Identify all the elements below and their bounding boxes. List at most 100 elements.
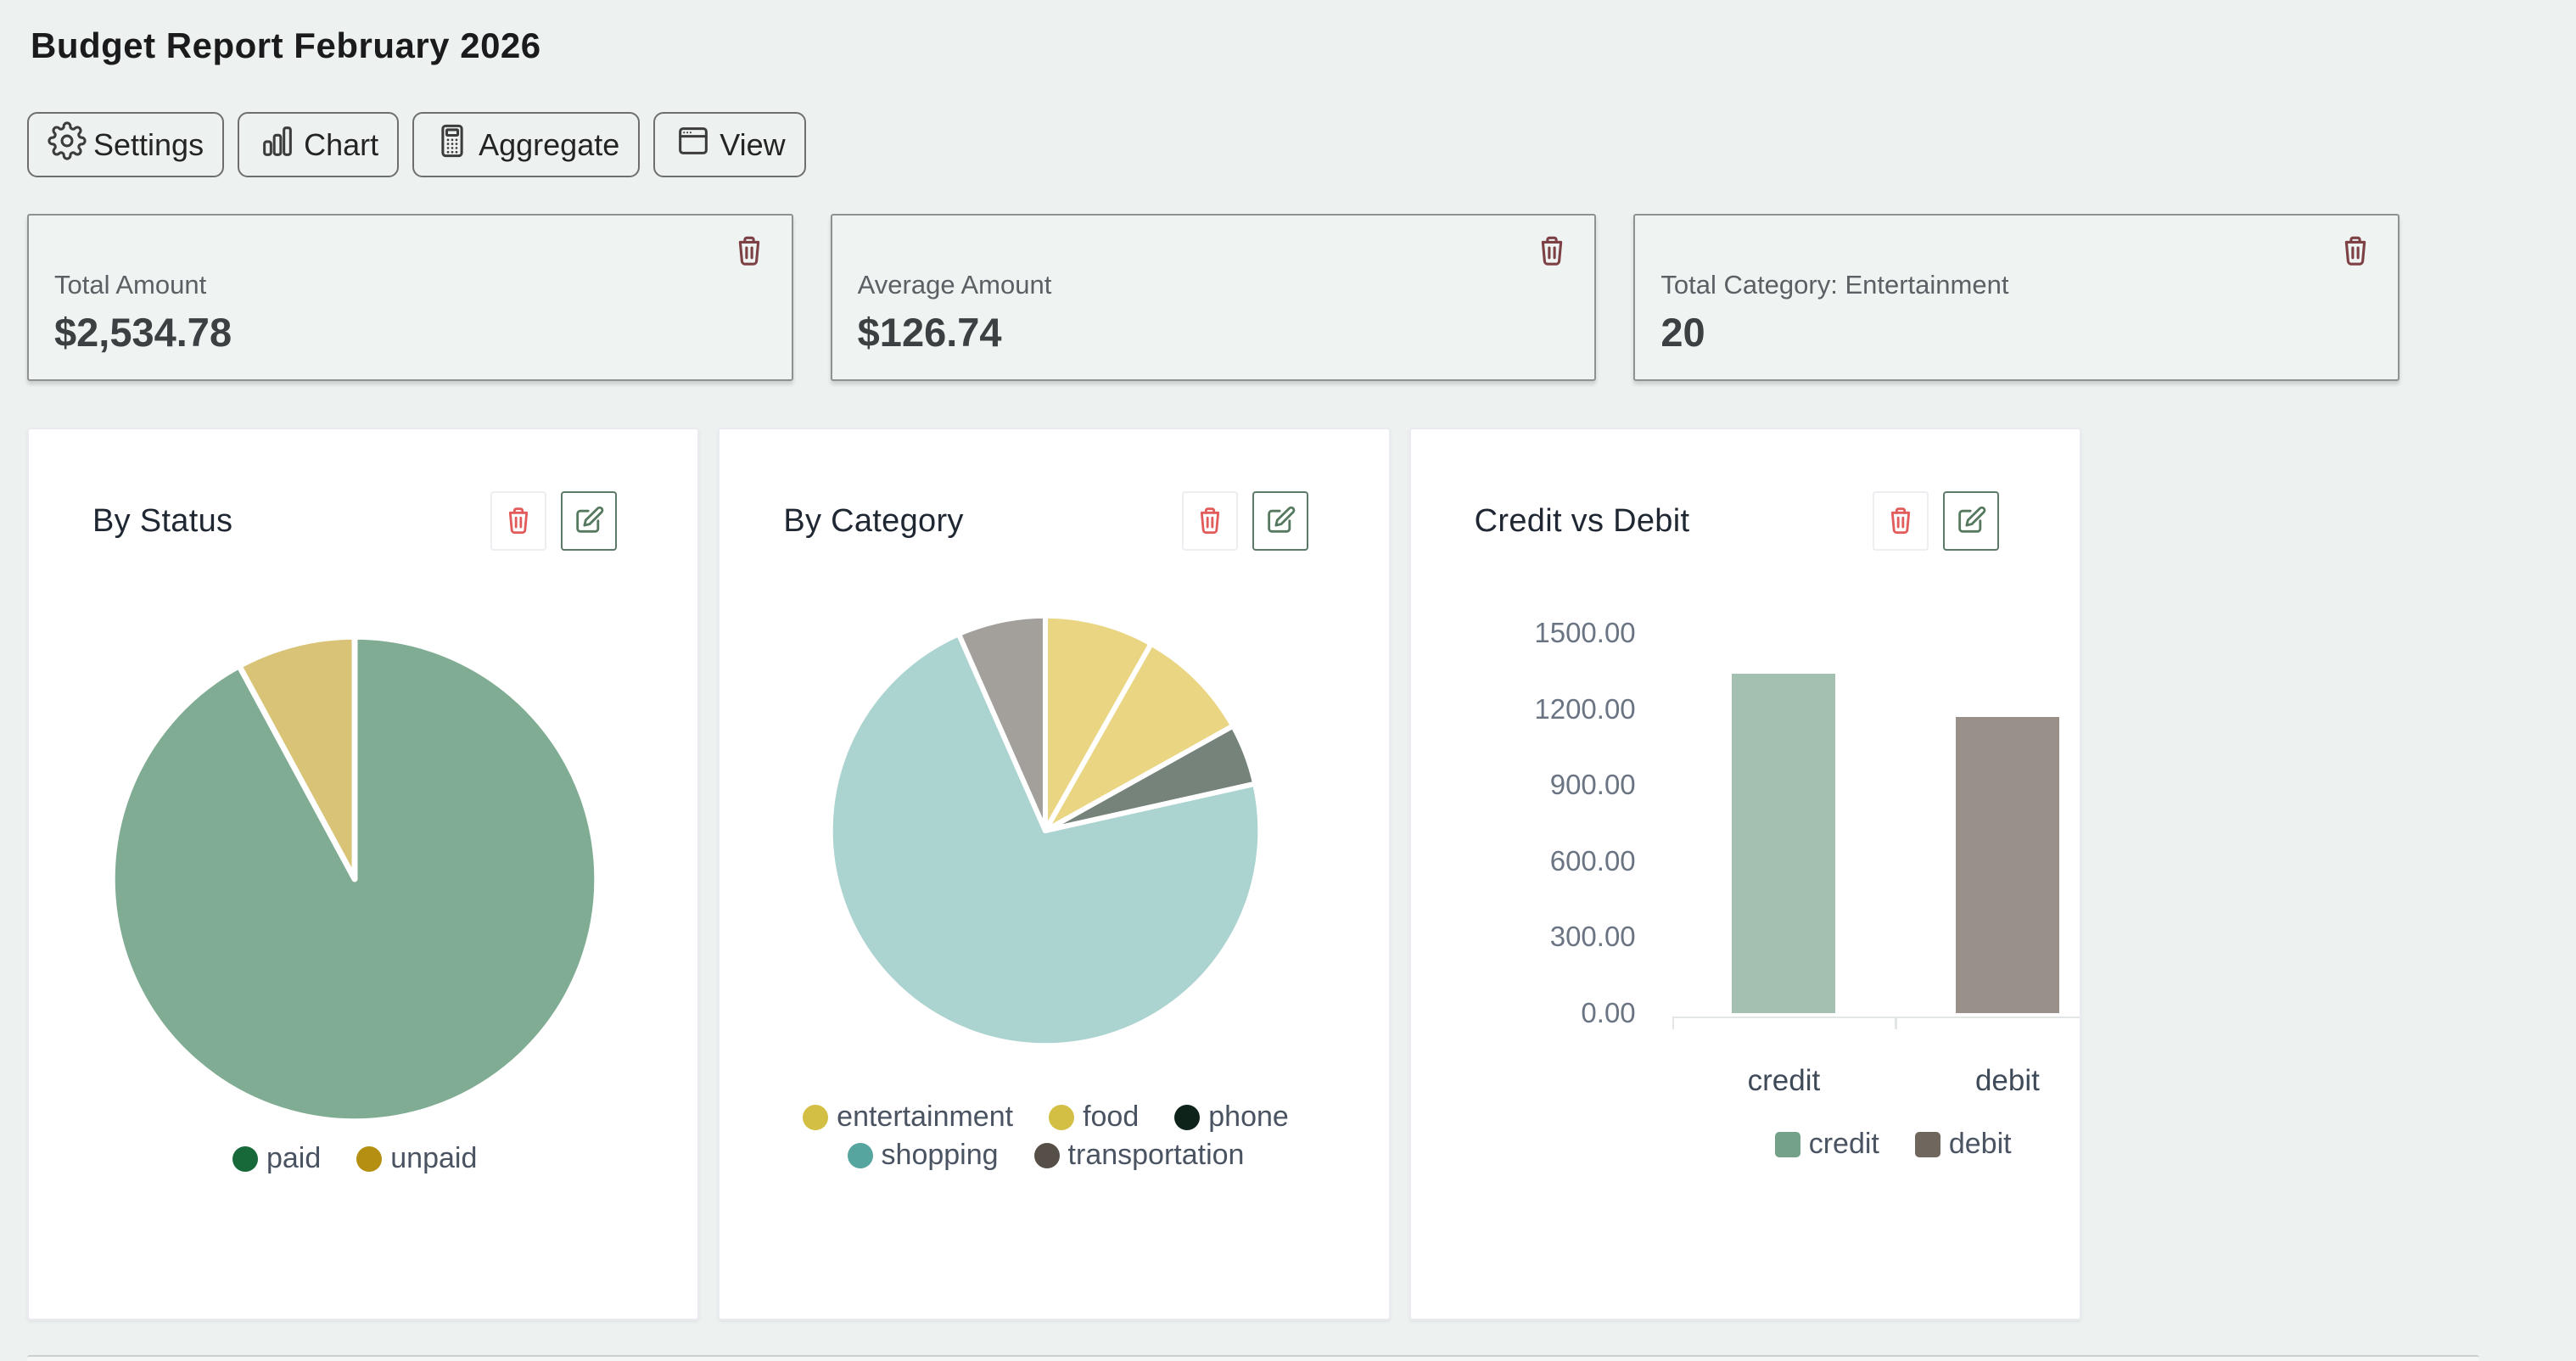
y-axis-tick-label: 900.00 xyxy=(1475,768,1636,802)
stat-cards-row: Total Amount $2,534.78 Average Amount $1… xyxy=(27,214,2400,381)
stat-card-total-amount: Total Amount $2,534.78 xyxy=(27,214,793,381)
chart-title: By Category xyxy=(783,503,963,540)
edit-icon xyxy=(572,503,606,540)
legend-swatch-icon xyxy=(848,1143,873,1168)
chart-actions xyxy=(1873,491,1999,551)
y-axis-tick-label: 0.00 xyxy=(1475,996,1636,1030)
legend-swatch-icon xyxy=(1049,1105,1074,1130)
x-axis-tick xyxy=(1895,1018,1897,1029)
stat-card-average-amount: Average Amount $126.74 xyxy=(831,214,1597,381)
chart-card-credit-vs-debit: Credit vs Debit 1500.00 1200.00 900.00 600.… xyxy=(1409,428,2081,1320)
pie-chart[interactable] xyxy=(100,624,609,1134)
pie-chart-by-category: entertainment food phone shopping transporta… xyxy=(783,555,1308,1172)
chart-title: By Status xyxy=(92,503,232,540)
legend-label: paid xyxy=(266,1142,321,1175)
legend-item-credit[interactable]: credit xyxy=(1775,1128,1879,1161)
chart-button-label: Chart xyxy=(304,127,378,163)
pie-chart[interactable] xyxy=(820,605,1271,1056)
page-content: Budget Report February 2026 Settings Cha… xyxy=(27,0,2549,1320)
chart-card-header: By Category xyxy=(783,487,1308,555)
bar-credit[interactable] xyxy=(1732,674,1835,1013)
bar-chart-icon xyxy=(258,121,297,168)
next-section-top-edge xyxy=(27,1355,2479,1361)
trash-icon xyxy=(2337,259,2374,272)
legend-swatch-icon xyxy=(803,1105,828,1130)
stat-card-label: Average Amount xyxy=(858,270,1566,300)
stat-card-value: 20 xyxy=(1660,309,2369,356)
chart-card-header: By Status xyxy=(92,487,617,555)
chart-legend: paid unpaid xyxy=(232,1142,477,1175)
settings-button-label: Settings xyxy=(93,127,204,163)
legend-item-unpaid[interactable]: unpaid xyxy=(356,1142,477,1175)
legend-label: phone xyxy=(1208,1101,1289,1134)
legend-label: credit xyxy=(1809,1128,1879,1161)
chart-actions xyxy=(1182,491,1308,551)
aggregate-button-label: Aggregate xyxy=(479,127,619,163)
settings-button[interactable]: Settings xyxy=(27,112,224,177)
x-axis xyxy=(1672,1017,2081,1028)
delete-chart-button[interactable] xyxy=(1873,491,1929,551)
window-icon xyxy=(674,121,713,168)
delete-chart-button[interactable] xyxy=(1182,491,1238,551)
view-button[interactable]: View xyxy=(653,112,805,177)
legend-swatch-icon xyxy=(1775,1132,1800,1157)
delete-stat-button[interactable] xyxy=(2335,231,2376,272)
view-button-label: View xyxy=(720,127,785,163)
legend-label: shopping xyxy=(882,1139,999,1172)
legend-label: transportation xyxy=(1068,1139,1245,1172)
legend-item-phone[interactable]: phone xyxy=(1174,1101,1289,1134)
chart-actions xyxy=(490,491,617,551)
chart-button[interactable]: Chart xyxy=(238,112,399,177)
calculator-icon xyxy=(433,121,472,168)
bar-debit[interactable] xyxy=(1956,717,2059,1013)
legend-label: debit xyxy=(1949,1128,2012,1161)
y-axis-tick-label: 300.00 xyxy=(1475,920,1636,954)
legend-item-debit[interactable]: debit xyxy=(1915,1128,2012,1161)
legend-item-entertainment[interactable]: entertainment xyxy=(803,1101,1013,1134)
delete-stat-button[interactable] xyxy=(729,231,770,272)
budget-report-page: Budget Report February 2026 Settings Cha… xyxy=(0,0,2576,1361)
gear-icon xyxy=(48,121,87,168)
edit-chart-button[interactable] xyxy=(1252,491,1308,551)
stat-card-total-category-entertainment: Total Category: Entertainment 20 xyxy=(1633,214,2400,381)
legend-swatch-icon xyxy=(1915,1132,1940,1157)
delete-chart-button[interactable] xyxy=(490,491,546,551)
y-axis-tick-label: 1200.00 xyxy=(1475,692,1636,726)
legend-swatch-icon xyxy=(232,1146,258,1172)
chart-legend: credit debit xyxy=(1653,1128,2081,1161)
x-axis-tick xyxy=(1672,1018,1675,1029)
legend-item-food[interactable]: food xyxy=(1049,1101,1139,1134)
chart-title: Credit vs Debit xyxy=(1475,503,1690,540)
y-axis-tick-label: 1500.00 xyxy=(1475,616,1636,650)
pie-chart-by-status: paid unpaid xyxy=(92,555,617,1175)
legend-item-paid[interactable]: paid xyxy=(232,1142,321,1175)
edit-chart-button[interactable] xyxy=(561,491,617,551)
delete-stat-button[interactable] xyxy=(1532,231,1572,272)
aggregate-button[interactable]: Aggregate xyxy=(412,112,640,177)
toolbar: Settings Chart Aggregate View xyxy=(27,112,2549,177)
stat-card-value: $2,534.78 xyxy=(54,309,763,356)
edit-icon xyxy=(1263,503,1297,540)
chart-card-by-status: By Status paid unpaid xyxy=(27,428,699,1320)
stat-card-label: Total Category: Entertainment xyxy=(1660,270,2369,300)
bar-chart[interactable]: 1500.001200.00900.00600.00300.000.00cred… xyxy=(1475,633,1999,1210)
stat-card-label: Total Amount xyxy=(54,270,763,300)
trash-icon xyxy=(1533,259,1571,272)
trash-icon xyxy=(501,503,535,540)
legend-item-shopping[interactable]: shopping xyxy=(848,1139,999,1172)
chart-cards-row: By Status paid unpaid By Category xyxy=(27,428,2081,1320)
page-title: Budget Report February 2026 xyxy=(31,25,2549,66)
chart-card-header: Credit vs Debit xyxy=(1475,487,1999,555)
legend-swatch-icon xyxy=(1034,1143,1060,1168)
x-axis-category-label: debit xyxy=(1896,1064,2081,1098)
edit-chart-button[interactable] xyxy=(1943,491,1999,551)
legend-swatch-icon xyxy=(1174,1105,1200,1130)
legend-item-transportation[interactable]: transportation xyxy=(1034,1139,1245,1172)
legend-label: food xyxy=(1083,1101,1139,1134)
bar-chart-credit-vs-debit: 1500.00 1200.00 900.00 600.00 300.00 0.00 cred… xyxy=(1475,555,1999,1210)
legend-label: entertainment xyxy=(837,1101,1013,1134)
y-axis-tick-label: 600.00 xyxy=(1475,844,1636,878)
legend-swatch-icon xyxy=(356,1146,382,1172)
trash-icon xyxy=(1884,503,1918,540)
legend-label: unpaid xyxy=(390,1142,477,1175)
